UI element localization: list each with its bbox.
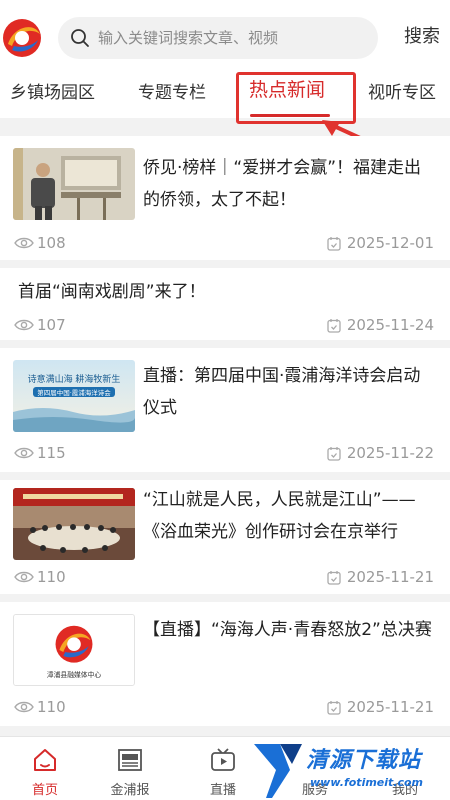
news-thumbnail (13, 488, 135, 560)
header: 输入关键词搜索文章、视频 搜索 乡镇场园区 专题专栏 热点新闻 视听专区 (0, 0, 450, 118)
search-bar[interactable]: 输入关键词搜索文章、视频 (58, 17, 378, 59)
app-root: 输入关键词搜索文章、视频 搜索 乡镇场园区 专题专栏 热点新闻 视听专区 侨见·… (0, 0, 450, 800)
tab-township[interactable]: 乡镇场园区 (10, 78, 95, 108)
news-title[interactable]: 直播：第四届中国·霞浦海洋诗会启动仪式 (143, 360, 436, 424)
view-count-value: 108 (37, 234, 66, 252)
publish-date: 2025-11-21 (327, 568, 434, 586)
eye-icon (14, 319, 34, 331)
eye-icon (14, 571, 34, 583)
tv-icon (211, 748, 235, 771)
poster-title: 第四届中国·霞浦海洋诗会 (37, 388, 111, 397)
view-count: 115 (14, 444, 66, 462)
publish-date: 2025-11-24 (327, 316, 434, 334)
nav-newspaper-label: 金浦报 (110, 783, 150, 798)
view-count-value: 107 (37, 316, 66, 334)
calendar-icon (327, 700, 341, 715)
tab-special-topics[interactable]: 专题专栏 (138, 78, 206, 108)
home-icon (34, 749, 56, 771)
eye-icon (14, 237, 34, 249)
news-card[interactable]: “江山就是人民，人民就是江山”——《浴血荣光》创作研讨会在京举行 110 202… (0, 480, 450, 594)
publish-date-value: 2025-12-01 (346, 234, 434, 252)
watermark: 清源下载站 www.fotimeit.com (250, 740, 450, 800)
news-title[interactable]: 侨见·榜样｜“爱拼才会赢”！福建走出的侨领，太了不起！ (143, 152, 436, 216)
calendar-icon (327, 570, 341, 585)
app-logo-icon[interactable] (0, 16, 44, 60)
news-title[interactable]: 【直播】“海海人声·青春怒放2”总决赛 (143, 614, 436, 646)
highlight-box (236, 72, 356, 124)
search-button[interactable]: 搜索 (404, 22, 440, 52)
view-count-value: 110 (37, 568, 66, 586)
nav-home-label: 首页 (31, 783, 58, 798)
publish-date: 2025-12-01 (327, 234, 434, 252)
watermark-logo-icon (254, 744, 302, 798)
news-title[interactable]: 首届“闽南戏剧周”来了！ (18, 276, 436, 308)
view-count: 110 (14, 698, 66, 716)
news-card[interactable]: 首届“闽南戏剧周”来了！ 107 2025-11-24 (0, 268, 450, 340)
publish-date-value: 2025-11-24 (346, 316, 434, 334)
publish-date: 2025-11-22 (327, 444, 434, 462)
view-count: 108 (14, 234, 66, 252)
publish-date-value: 2025-11-21 (346, 568, 434, 586)
calendar-icon (327, 446, 341, 461)
news-thumbnail (13, 148, 135, 220)
calendar-icon (327, 236, 341, 251)
view-count: 107 (14, 316, 66, 334)
news-card[interactable]: 诗意满山海 耕海牧新生 第四届中国·霞浦海洋诗会 直播：第四届中国·霞浦海洋诗会… (0, 348, 450, 472)
tab-audio-video[interactable]: 视听专区 (368, 78, 436, 108)
view-count: 110 (14, 568, 66, 586)
search-icon (71, 29, 89, 47)
view-count-value: 110 (37, 698, 66, 716)
eye-icon (14, 447, 34, 459)
news-card[interactable]: 侨见·榜样｜“爱拼才会赢”！福建走出的侨领，太了不起！ 108 2025-12-… (0, 136, 450, 260)
view-count-value: 115 (37, 444, 66, 462)
news-thumbnail: 漳浦县融媒体中心 (13, 614, 135, 686)
calendar-icon (327, 318, 341, 333)
nav-newspaper[interactable]: 金浦报 (85, 737, 175, 800)
publish-date-value: 2025-11-21 (346, 698, 434, 716)
publish-date: 2025-11-21 (327, 698, 434, 716)
news-title[interactable]: “江山就是人民，人民就是江山”——《浴血荣光》创作研讨会在京举行 (143, 484, 436, 548)
search-input[interactable]: 输入关键词搜索文章、视频 (98, 17, 278, 59)
news-thumbnail: 诗意满山海 耕海牧新生 第四届中国·霞浦海洋诗会 (13, 360, 135, 432)
poster-slogan: 诗意满山海 耕海牧新生 (28, 373, 121, 385)
nav-home[interactable]: 首页 (0, 737, 90, 800)
category-tabs: 乡镇场园区 专题专栏 热点新闻 视听专区 (0, 70, 450, 118)
publish-date-value: 2025-11-22 (346, 444, 434, 462)
eye-icon (14, 701, 34, 713)
newspaper-icon (118, 749, 142, 771)
watermark-url: www.fotimeit.com (310, 776, 424, 789)
thumb-logo-caption: 漳浦县融媒体中心 (47, 670, 102, 679)
news-card[interactable]: 漳浦县融媒体中心 【直播】“海海人声·青春怒放2”总决赛 110 2025-11… (0, 602, 450, 726)
watermark-text: 清源下载站 (306, 748, 422, 773)
